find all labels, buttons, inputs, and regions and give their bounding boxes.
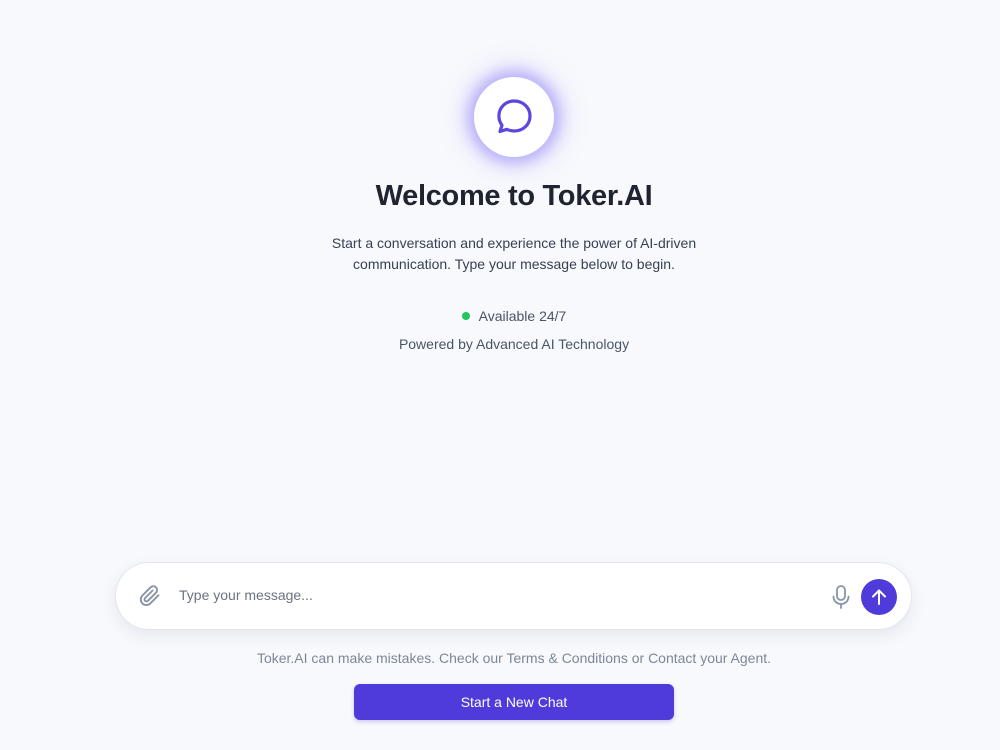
message-composer bbox=[115, 562, 912, 630]
send-button[interactable] bbox=[861, 579, 897, 615]
welcome-description: Start a conversation and experience the … bbox=[331, 235, 697, 272]
new-chat-button[interactable]: Start a New Chat bbox=[354, 684, 674, 720]
microphone-icon[interactable] bbox=[829, 584, 853, 610]
page-title: Welcome to Toker.AI bbox=[375, 180, 653, 212]
logo-badge bbox=[474, 77, 554, 157]
status-label: Available 24/7 bbox=[478, 308, 567, 324]
chat-bubble-icon bbox=[497, 99, 532, 134]
powered-by-text: Powered by Advanced AI Technology bbox=[398, 336, 630, 352]
disclaimer-text: Toker.AI can make mistakes. Check our Te… bbox=[256, 650, 772, 666]
arrow-up-icon bbox=[872, 589, 886, 605]
message-input[interactable] bbox=[179, 583, 799, 607]
status-dot-icon bbox=[461, 312, 470, 320]
availability-status: Available 24/7 bbox=[0, 308, 1000, 324]
chat-welcome-page: Welcome to Toker.AI Start a conversation… bbox=[0, 0, 1000, 750]
paperclip-icon[interactable] bbox=[138, 584, 162, 608]
